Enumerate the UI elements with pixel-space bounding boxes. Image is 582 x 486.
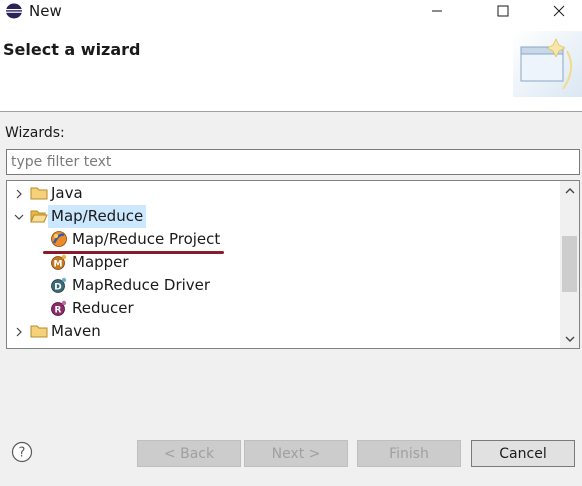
folder-icon (30, 184, 48, 202)
svg-text:D: D (54, 283, 61, 293)
new-wizard-banner-icon (513, 31, 582, 97)
tree-item-reducer[interactable]: R Reducer (7, 297, 560, 320)
tree-item-label: Mapper (72, 253, 129, 271)
eclipse-icon (6, 3, 22, 19)
chevron-down-icon[interactable] (14, 205, 24, 228)
svg-text:?: ? (19, 446, 26, 461)
close-icon (553, 5, 565, 17)
back-button[interactable]: < Back (137, 440, 241, 467)
tree-item-maven[interactable]: Maven (7, 320, 560, 343)
next-button[interactable]: Next > (244, 440, 348, 467)
svg-text:R: R (55, 306, 62, 316)
tree-item-label: Java (51, 184, 83, 202)
finish-button[interactable]: Finish (357, 440, 461, 467)
tree-item-label: Maven (51, 322, 101, 340)
annotation-underline (43, 251, 224, 254)
driver-icon: D (50, 276, 68, 294)
close-button[interactable] (536, 0, 582, 22)
wizard-header: Select a wizard (0, 22, 582, 112)
tree-item-label: MapReduce Driver (72, 276, 211, 294)
maximize-icon (497, 5, 509, 17)
page-title: Select a wizard (3, 40, 141, 59)
tree-item-mapper[interactable]: M Mapper (7, 251, 560, 274)
folder-open-icon (30, 207, 48, 225)
minimize-icon (432, 10, 442, 12)
chevron-right-icon[interactable] (14, 320, 24, 343)
minimize-button[interactable] (414, 0, 460, 22)
folder-icon (30, 322, 48, 340)
cancel-button[interactable]: Cancel (471, 440, 575, 467)
scroll-down-button[interactable] (560, 329, 579, 348)
chevron-right-icon[interactable] (14, 182, 24, 205)
tree-item-label: Map/Reduce (48, 205, 147, 228)
svg-text:M: M (54, 260, 63, 270)
chevron-up-icon (565, 187, 574, 193)
window-title: New (29, 2, 62, 20)
mapreduce-project-icon (50, 230, 68, 248)
tree-scrollbar[interactable] (560, 181, 579, 348)
scroll-thumb[interactable] (562, 236, 577, 292)
tree-item-mapreduce-folder[interactable]: Map/Reduce (7, 205, 560, 228)
wizard-tree[interactable]: Java Map/Reduce Map/Reduce Project M Map… (6, 180, 580, 349)
tree-item-label: Reducer (72, 299, 134, 317)
title-bar: New (0, 0, 582, 22)
filter-input[interactable] (6, 149, 580, 175)
help-icon[interactable]: ? (11, 441, 33, 463)
tree-item-java[interactable]: Java (7, 182, 560, 205)
tree-item-mapreduce-driver[interactable]: D MapReduce Driver (7, 274, 560, 297)
maximize-button[interactable] (480, 0, 526, 22)
chevron-down-icon (565, 336, 574, 342)
reducer-icon: R (50, 299, 68, 317)
scroll-up-button[interactable] (560, 181, 579, 200)
wizards-label: Wizards: (5, 125, 65, 141)
tree-item-mapreduce-project[interactable]: Map/Reduce Project (7, 228, 560, 251)
mapper-icon: M (50, 253, 68, 271)
tree-item-label: Map/Reduce Project (72, 230, 221, 248)
